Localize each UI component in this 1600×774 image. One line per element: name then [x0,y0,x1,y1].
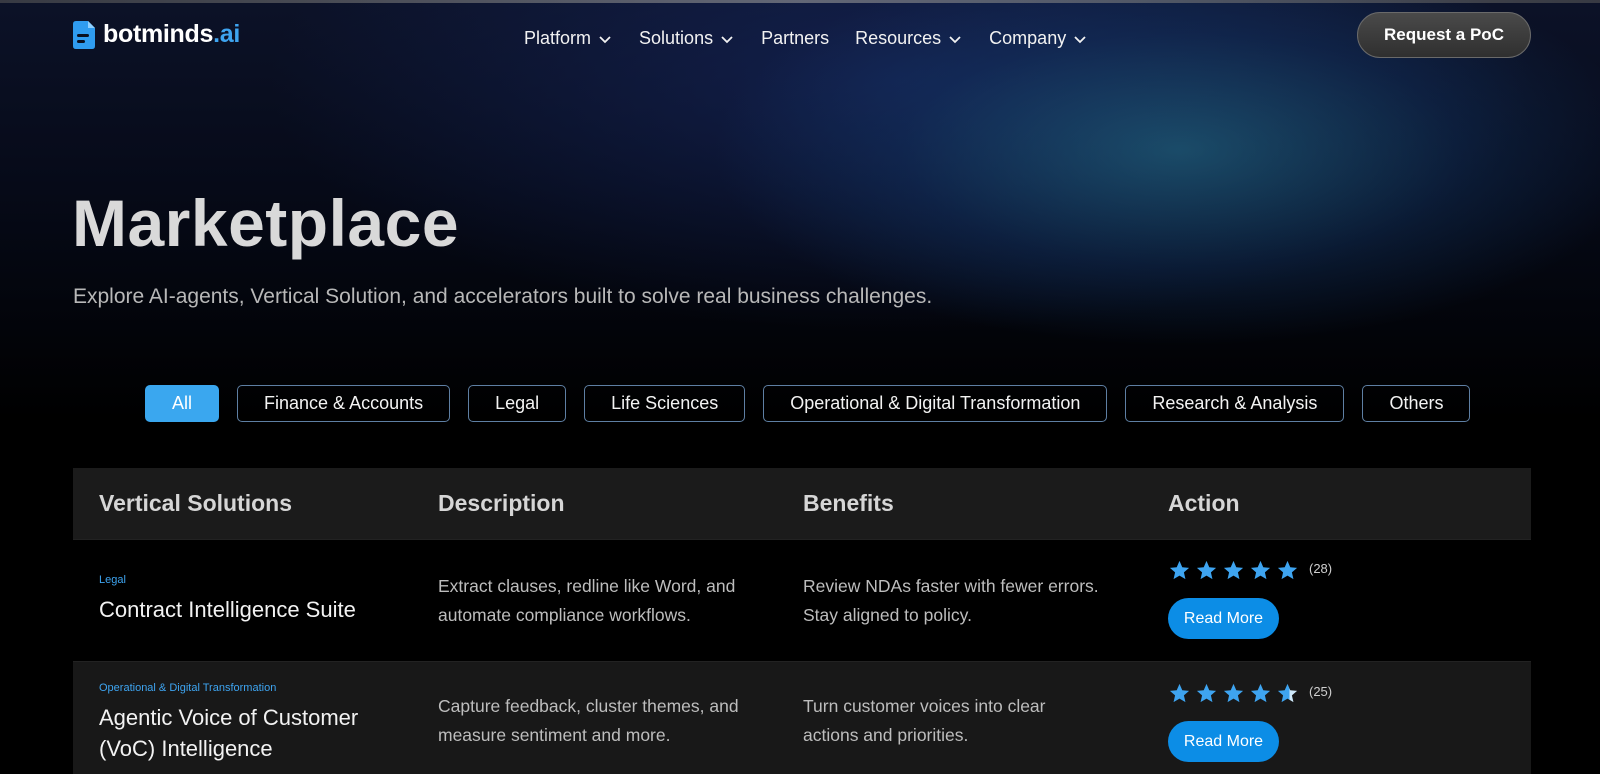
description-cell: Capture feedback, cluster themes, and me… [438,662,803,774]
filter-finance-accounts[interactable]: Finance & Accounts [237,385,451,422]
table-header: Vertical Solutions Description Benefits … [73,468,1531,539]
filter-research-analysis[interactable]: Research & Analysis [1125,385,1345,422]
nav-solutions[interactable]: Solutions [639,28,735,49]
brand-logo[interactable]: botminds.ai [73,20,240,49]
header-vertical-solutions: Vertical Solutions [99,490,292,516]
solutions-table: Vertical Solutions Description Benefits … [73,468,1531,774]
main-menu: Platform Solutions Partners Resources Co… [524,28,1114,49]
description-cell: Extract clauses, redline like Word, and … [438,540,803,661]
nav-resources[interactable]: Resources [855,28,963,49]
page-subtitle: Explore AI-agents, Vertical Solution, an… [73,285,933,308]
star-icon [1169,560,1190,580]
review-count: (25) [1309,684,1333,699]
botminds-logo-icon [73,20,97,49]
read-more-button[interactable]: Read More [1168,598,1279,639]
solution-name: Agentic Voice of Customer (VoC) Intellig… [99,705,359,761]
star-icon [1169,683,1190,703]
solution-benefits: Review NDAs faster with fewer errors. St… [803,576,1099,625]
chevron-down-icon [949,35,961,43]
category-tag: Legal [99,574,126,586]
filter-life-sciences[interactable]: Life Sciences [584,385,746,422]
chevron-down-icon [721,35,733,43]
rating-stars: (28) [1168,559,1531,582]
action-cell: (25) Read More [1168,662,1531,774]
star-icon [1196,560,1217,580]
filter-operational-digital-transformation[interactable]: Operational & Digital Transformation [763,385,1108,422]
header-benefits: Benefits [803,490,894,516]
solution-description: Extract clauses, redline like Word, and … [438,576,736,625]
chevron-down-icon [599,35,611,43]
nav-company[interactable]: Company [989,28,1088,49]
star-icon [1250,560,1271,580]
filter-others[interactable]: Others [1362,385,1471,422]
star-icon [1223,683,1244,703]
top-navigation: botminds.ai Platform Solutions Partners … [0,0,1600,80]
benefits-cell: Turn customer voices into clear actions … [803,662,1168,774]
nav-partners[interactable]: Partners [761,28,829,49]
solution-cell: Operational & Digital Transformation Age… [73,662,438,774]
nav-platform-label: Platform [524,28,592,48]
solution-name: Contract Intelligence Suite [99,597,356,622]
star-icon [1196,683,1217,703]
chevron-down-icon [1074,35,1086,43]
brand-name: botminds.ai [103,20,240,48]
nav-solutions-label: Solutions [639,28,714,48]
action-cell: (28) Read More [1168,540,1531,661]
nav-resources-label: Resources [855,28,942,48]
review-count: (28) [1309,561,1333,576]
benefits-cell: Review NDAs faster with fewer errors. St… [803,540,1168,661]
solution-benefits: Turn customer voices into clear actions … [803,696,1046,745]
star-icon [1223,560,1244,580]
table-row: Legal Contract Intelligence Suite Extrac… [73,539,1531,661]
star-half-icon [1277,683,1298,703]
request-poc-button[interactable]: Request a PoC [1357,12,1531,58]
read-more-button[interactable]: Read More [1168,721,1279,762]
header-action: Action [1168,490,1240,516]
category-tag: Operational & Digital Transformation [99,682,277,694]
filter-legal[interactable]: Legal [468,385,567,422]
nav-partners-label: Partners [761,28,830,48]
filter-all[interactable]: All [145,385,220,422]
table-row: Operational & Digital Transformation Age… [73,661,1531,774]
page-title: Marketplace [72,186,460,260]
nav-company-label: Company [989,28,1067,48]
rating-stars: (25) [1168,682,1531,705]
star-icon [1277,560,1298,580]
solution-cell: Legal Contract Intelligence Suite [73,540,438,661]
header-description: Description [438,490,565,516]
nav-platform[interactable]: Platform [524,28,613,49]
category-filters: All Finance & Accounts Legal Life Scienc… [145,385,1488,422]
solution-description: Capture feedback, cluster themes, and me… [438,696,739,745]
star-icon [1250,683,1271,703]
